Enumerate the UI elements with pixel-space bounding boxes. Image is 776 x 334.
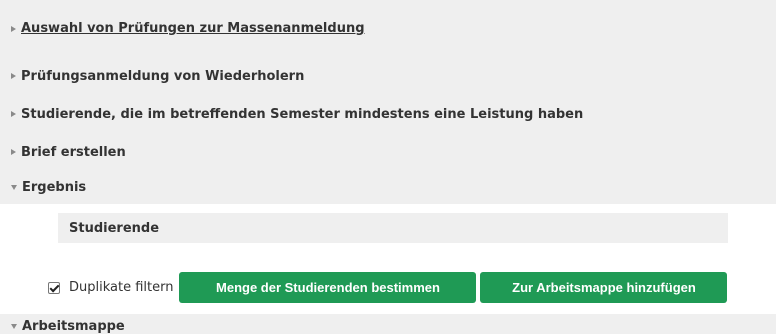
section-brief-erstellen-label: Brief erstellen (21, 144, 126, 160)
section-studierende-semester-leistung-label: Studierende, die im betreffenden Semeste… (21, 106, 584, 122)
section-brief-erstellen[interactable]: Brief erstellen (0, 133, 776, 171)
section-pruefungsanmeldung-wiederholer[interactable]: Prüfungsanmeldung von Wiederholern (0, 57, 776, 95)
triangle-down-icon (11, 185, 17, 190)
add-to-workbook-button[interactable]: Zur Arbeitsmappe hinzufügen (480, 272, 728, 303)
triangle-down-icon (11, 323, 17, 329)
section-studierende-semester-leistung[interactable]: Studierende, die im betreffenden Semeste… (0, 95, 776, 133)
duplicate-filter-label[interactable]: Duplikate filtern (69, 280, 173, 295)
result-panel-label: Studierende (69, 220, 160, 236)
triangle-right-icon (11, 111, 16, 117)
section-arbeitsmappe[interactable]: Arbeitsmappe (0, 314, 776, 334)
section-ergebnis[interactable]: Ergebnis (0, 171, 776, 204)
section-arbeitsmappe-label: Arbeitsmappe (22, 318, 125, 334)
result-controls: Duplikate filtern Menge der Studierenden… (48, 272, 728, 303)
result-panel-studierende: Studierende (58, 213, 728, 243)
determine-students-button[interactable]: Menge der Studierenden bestimmen (179, 272, 477, 303)
duplicate-filter-toggle[interactable]: Duplikate filtern (48, 280, 179, 295)
section-auswahl-pruefungen[interactable]: Auswahl von Prüfungen zur Massenanmeldun… (0, 0, 776, 57)
triangle-right-icon (11, 149, 16, 155)
section-auswahl-pruefungen-label[interactable]: Auswahl von Prüfungen zur Massenanmeldun… (21, 21, 365, 36)
section-pruefungsanmeldung-wiederholer-label: Prüfungsanmeldung von Wiederholern (21, 68, 305, 84)
triangle-right-icon (11, 73, 16, 79)
checkbox-checked-icon[interactable] (48, 281, 60, 294)
section-ergebnis-label: Ergebnis (22, 180, 87, 195)
triangle-right-icon (11, 25, 16, 32)
